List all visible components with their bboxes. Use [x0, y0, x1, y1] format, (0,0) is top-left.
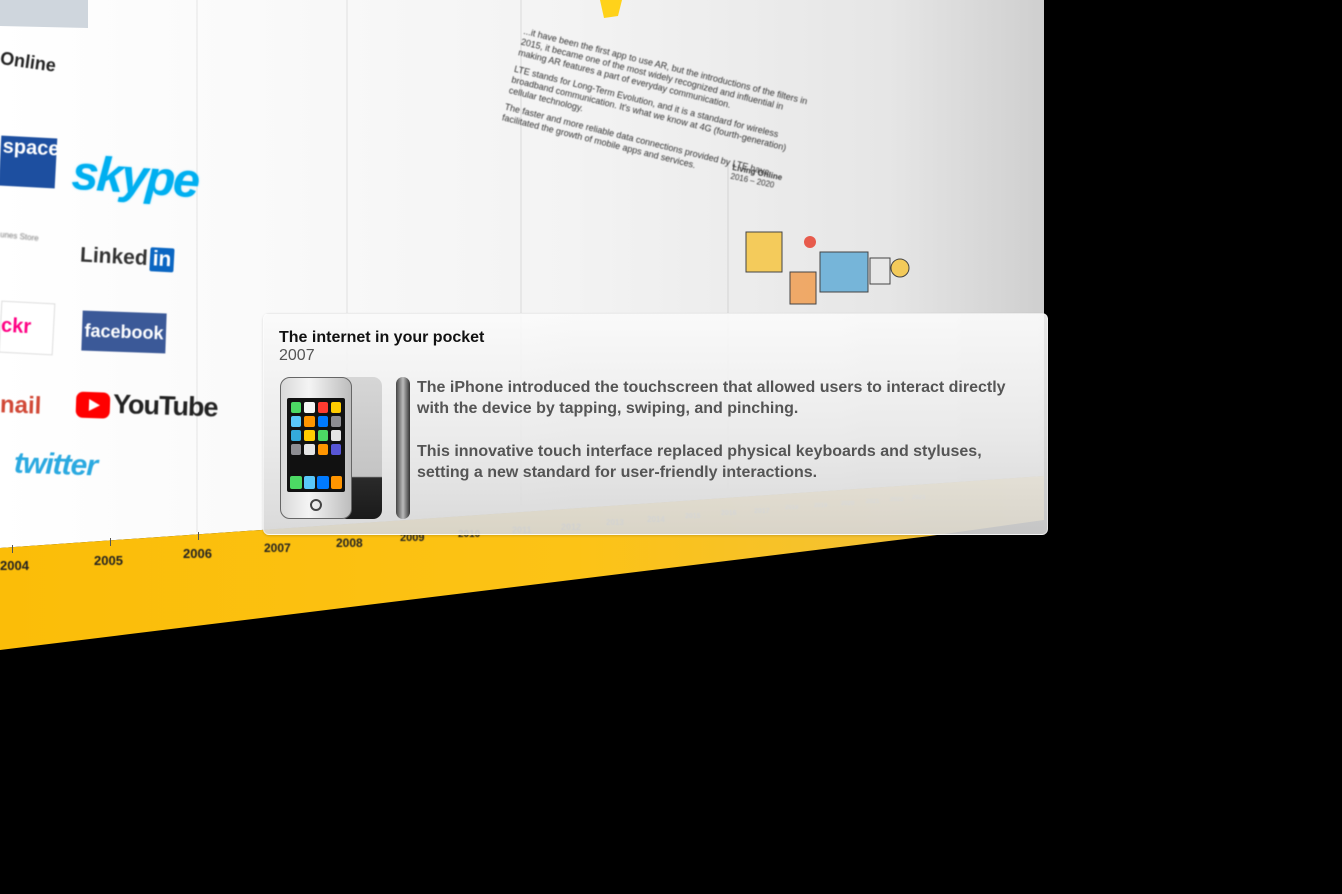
iphone-side-image	[396, 377, 410, 519]
event-tooltip: The internet in your pocket 2007 The iPh…	[263, 313, 1048, 535]
tooltip-title: The internet in your pocket	[279, 329, 485, 346]
skype-logo: skype	[70, 146, 200, 209]
timeline-year[interactable]: 2008	[336, 536, 363, 550]
myspace-logo: space	[0, 135, 60, 189]
blurred-image-fragment	[0, 0, 88, 28]
timeline-year[interactable]: 2007	[264, 541, 291, 555]
tick-mark	[198, 532, 199, 540]
timeline-year[interactable]: 2006	[183, 546, 212, 561]
timeline-scene: space skype Linked in ckr facebook nail Y…	[0, 0, 1342, 894]
linkedin-logo: Linked in	[79, 244, 175, 273]
facebook-logo: facebook	[81, 310, 167, 354]
tick-mark	[12, 545, 13, 553]
flickr-logo: ckr	[0, 300, 56, 356]
iphone-home-button	[310, 499, 322, 511]
timeline-year[interactable]: 2004	[0, 558, 29, 573]
tick-mark	[110, 538, 111, 546]
youtube-play-icon	[75, 391, 111, 419]
twitter-logo: twitter	[13, 446, 98, 483]
youtube-logo: YouTube	[75, 388, 218, 424]
tooltip-paragraph: The iPhone introduced the touchscreen th…	[417, 379, 1006, 417]
tooltip-year: 2007	[279, 347, 315, 364]
tooltip-paragraph: This innovative touch interface replaced…	[417, 443, 982, 481]
tooltip-body: The iPhone introduced the touchscreen th…	[417, 377, 1037, 505]
iphone-dock	[290, 476, 342, 489]
timeline-year[interactable]: 2005	[94, 553, 123, 568]
gmail-logo: nail	[0, 391, 42, 420]
iphone-front-image	[280, 377, 352, 519]
